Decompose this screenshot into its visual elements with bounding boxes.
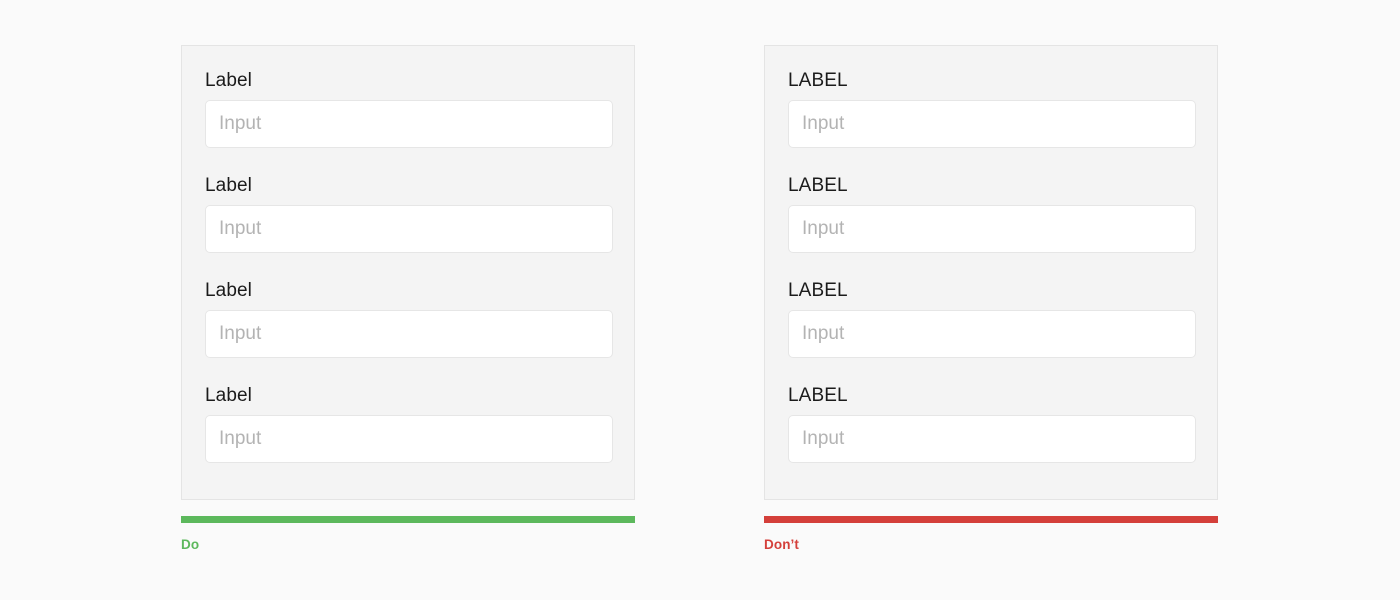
field-input[interactable] <box>788 205 1196 253</box>
dont-example: LABEL LABEL LABEL LABEL <box>764 45 1218 500</box>
form-field: Label <box>205 69 613 148</box>
field-label: Label <box>205 385 252 406</box>
field-label: LABEL <box>788 70 848 91</box>
form-field: LABEL <box>788 174 1196 253</box>
form-field: Label <box>205 384 613 463</box>
field-label: LABEL <box>788 280 848 301</box>
do-caption: Do <box>181 537 200 552</box>
guideline-comparison: Label Label Label Label Do LABEL <box>0 0 1400 600</box>
do-form-panel: Label Label Label Label <box>181 45 635 500</box>
form-field: LABEL <box>788 279 1196 358</box>
dont-accent-bar <box>764 516 1218 523</box>
field-input[interactable] <box>205 310 613 358</box>
field-input[interactable] <box>788 100 1196 148</box>
form-field: LABEL <box>788 384 1196 463</box>
dont-form-panel: LABEL LABEL LABEL LABEL <box>764 45 1218 500</box>
field-label: Label <box>205 175 252 196</box>
field-input[interactable] <box>205 415 613 463</box>
do-example: Label Label Label Label <box>181 45 635 500</box>
field-input[interactable] <box>205 205 613 253</box>
form-field: Label <box>205 174 613 253</box>
field-input[interactable] <box>788 415 1196 463</box>
dont-verdict: Don’t <box>764 516 1218 553</box>
field-input[interactable] <box>205 100 613 148</box>
form-field: LABEL <box>788 69 1196 148</box>
form-field: Label <box>205 279 613 358</box>
field-label: Label <box>205 280 252 301</box>
do-verdict: Do <box>181 516 635 553</box>
field-label: LABEL <box>788 175 848 196</box>
field-input[interactable] <box>788 310 1196 358</box>
field-label: LABEL <box>788 385 848 406</box>
field-label: Label <box>205 70 252 91</box>
do-accent-bar <box>181 516 635 523</box>
dont-caption: Don’t <box>764 537 799 552</box>
